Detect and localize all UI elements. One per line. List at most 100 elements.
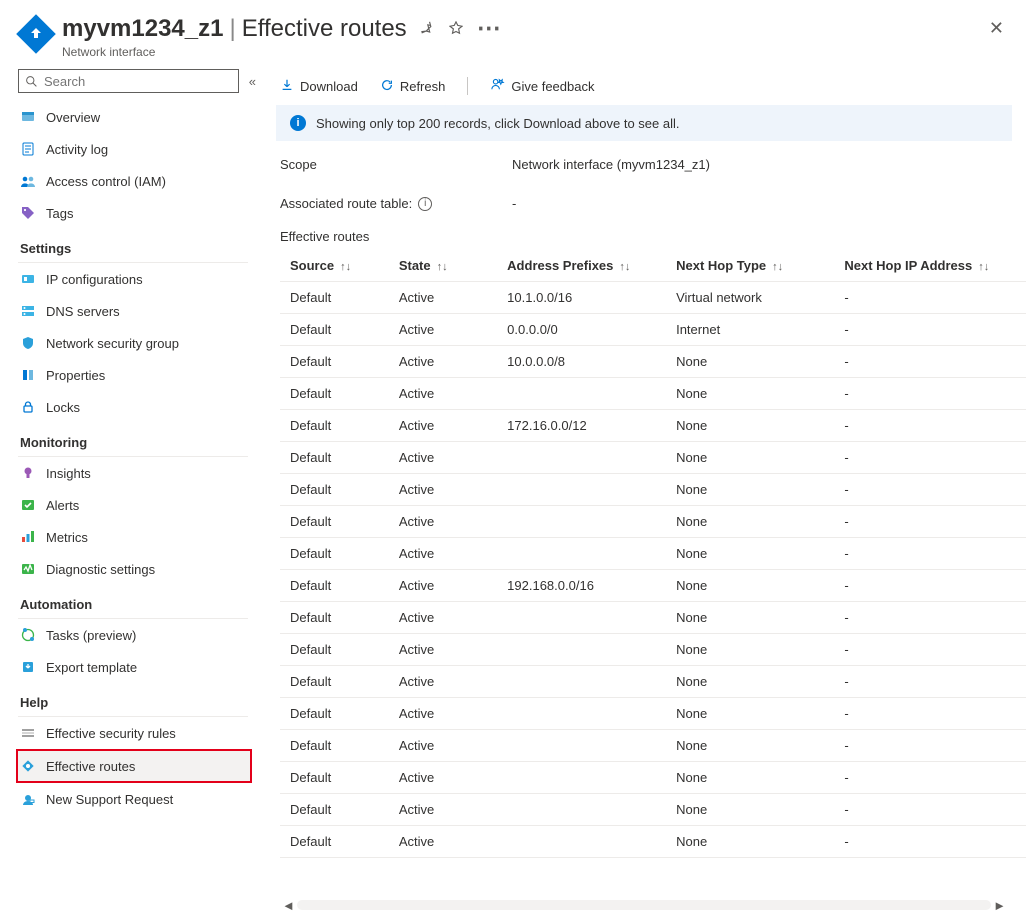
command-bar: Download Refresh Give feedback bbox=[262, 69, 1026, 105]
cell-hopip: - bbox=[834, 474, 1023, 506]
table-row[interactable]: DefaultActiveNone-- bbox=[280, 378, 1026, 410]
table-row[interactable]: DefaultActive10.0.0.0/8None-- bbox=[280, 346, 1026, 378]
scope-row: Scope Network interface (myvm1234_z1) bbox=[262, 151, 1026, 178]
column-header[interactable]: Next Hop Type ↑↓ bbox=[666, 250, 834, 282]
table-row[interactable]: DefaultActiveNone-- bbox=[280, 506, 1026, 538]
resource-type-icon bbox=[16, 14, 56, 54]
table-row[interactable]: DefaultActiveNone-- bbox=[280, 538, 1026, 570]
sort-icon[interactable]: ↑↓ bbox=[772, 261, 783, 273]
sidebar-item-export-template[interactable]: Export template bbox=[18, 651, 262, 683]
scroll-right-icon[interactable]: ► bbox=[991, 898, 1008, 913]
table-row[interactable]: DefaultActiveNone-- bbox=[280, 762, 1026, 794]
star-icon[interactable] bbox=[449, 14, 463, 43]
table-row[interactable]: DefaultActive0.0.0.0/0Internet-- bbox=[280, 314, 1026, 346]
sidebar-item-properties[interactable]: Properties bbox=[18, 359, 262, 391]
sidebar-item-label: Diagnostic settings bbox=[46, 562, 155, 577]
help-icon[interactable]: i bbox=[418, 197, 432, 211]
scroll-left-icon[interactable]: ◄ bbox=[280, 898, 297, 913]
give-feedback-button[interactable]: Give feedback bbox=[490, 77, 594, 95]
associated-route-table-row: Associated route table: i - bbox=[262, 178, 1026, 217]
pin-icon[interactable] bbox=[421, 14, 435, 43]
sidebar-item-ip-configurations[interactable]: IP configurations bbox=[18, 263, 262, 295]
routes-table-scroll[interactable]: Source↑↓State↑↓Address Prefixes↑↓Next Ho… bbox=[280, 250, 1026, 901]
sidebar-item-metrics[interactable]: Metrics bbox=[18, 521, 262, 553]
sidebar-item-locks[interactable]: Locks bbox=[18, 391, 262, 423]
sidebar-item-dns-servers[interactable]: DNS servers bbox=[18, 295, 262, 327]
sort-icon[interactable]: ↑↓ bbox=[437, 261, 448, 273]
table-row[interactable]: DefaultActive192.168.0.0/16None-- bbox=[280, 570, 1026, 602]
download-button[interactable]: Download bbox=[280, 78, 358, 95]
column-header[interactable]: State ↑↓ bbox=[389, 250, 497, 282]
sidebar: « OverviewActivity logAccess control (IA… bbox=[0, 69, 262, 913]
cell-state: Active bbox=[389, 506, 497, 538]
horizontal-scrollbar[interactable]: ◄ ► bbox=[262, 901, 1026, 913]
cell-state: Active bbox=[389, 538, 497, 570]
column-header[interactable]: Source↑↓ bbox=[280, 250, 389, 282]
sidebar-search[interactable] bbox=[18, 69, 239, 93]
cell-prefix: 0.0.0.0/0 bbox=[497, 314, 666, 346]
sidebar-item-label: Tasks (preview) bbox=[46, 628, 136, 643]
table-row[interactable]: DefaultActive172.16.0.0/12None-- bbox=[280, 410, 1026, 442]
sidebar-item-activity-log[interactable]: Activity log bbox=[18, 133, 262, 165]
associated-route-table-value: - bbox=[512, 196, 516, 211]
sidebar-item-effective-security-rules[interactable]: Effective security rules bbox=[18, 717, 262, 749]
table-row[interactable]: DefaultActiveNone-- bbox=[280, 698, 1026, 730]
sidebar-search-input[interactable] bbox=[42, 73, 232, 90]
table-row[interactable]: DefaultActiveNone-- bbox=[280, 794, 1026, 826]
sidebar-item-label: Locks bbox=[46, 400, 80, 415]
close-button[interactable]: ✕ bbox=[985, 14, 1008, 43]
more-icon[interactable]: ⋯ bbox=[477, 14, 502, 43]
sidebar-item-new-support-request[interactable]: New Support Request bbox=[18, 783, 262, 815]
sort-icon[interactable]: ↑↓ bbox=[619, 261, 630, 273]
cell-state: Active bbox=[389, 698, 497, 730]
cell-state: Active bbox=[389, 730, 497, 762]
table-row[interactable]: DefaultActiveNone-- bbox=[280, 442, 1026, 474]
cell-prefix bbox=[497, 634, 666, 666]
sidebar-item-overview[interactable]: Overview bbox=[18, 101, 262, 133]
table-row[interactable]: DefaultActiveNone-- bbox=[280, 602, 1026, 634]
sidebar-item-network-security-group[interactable]: Network security group bbox=[18, 327, 262, 359]
tags-icon bbox=[20, 205, 36, 221]
sidebar-item-tasks-preview-[interactable]: Tasks (preview) bbox=[18, 619, 262, 651]
table-row[interactable]: DefaultActiveNone-- bbox=[280, 666, 1026, 698]
cell-hopip: - bbox=[834, 506, 1023, 538]
cell-source: Default bbox=[280, 282, 389, 314]
table-row[interactable]: DefaultActiveNone-- bbox=[280, 634, 1026, 666]
sort-icon[interactable]: ↑↓ bbox=[978, 261, 989, 273]
sidebar-item-label: Export template bbox=[46, 660, 137, 675]
sort-icon[interactable]: ↑↓ bbox=[340, 261, 351, 273]
cell-hopip: - bbox=[834, 538, 1023, 570]
cell-hoptype: None bbox=[666, 410, 834, 442]
sidebar-item-effective-routes[interactable]: Effective routes bbox=[16, 749, 252, 783]
column-header[interactable]: Next Hop IP Address↑↓ bbox=[834, 250, 1023, 282]
collapse-sidebar-icon[interactable]: « bbox=[249, 74, 256, 89]
cell-hopip: - bbox=[834, 762, 1023, 794]
sidebar-item-insights[interactable]: Insights bbox=[18, 457, 262, 489]
cell-source: Default bbox=[280, 762, 389, 794]
scrollbar-track[interactable] bbox=[297, 900, 991, 910]
sidebar-item-alerts[interactable]: Alerts bbox=[18, 489, 262, 521]
column-label: Next Hop Type bbox=[676, 258, 766, 273]
cell-hoptype: Internet bbox=[666, 314, 834, 346]
sidebar-item-access-control-iam-[interactable]: Access control (IAM) bbox=[18, 165, 262, 197]
cell-source: Default bbox=[280, 506, 389, 538]
cell-source: Default bbox=[280, 666, 389, 698]
table-row[interactable]: DefaultActive10.1.0.0/16Virtual network-… bbox=[280, 282, 1026, 314]
sidebar-item-diagnostic-settings[interactable]: Diagnostic settings bbox=[18, 553, 262, 585]
column-label: State bbox=[399, 258, 431, 273]
info-banner: i Showing only top 200 records, click Do… bbox=[276, 105, 1012, 141]
dns-icon bbox=[20, 303, 36, 319]
column-header[interactable]: Address Prefixes↑↓ bbox=[497, 250, 666, 282]
cell-hopip: - bbox=[834, 410, 1023, 442]
resource-name: myvm1234_z1 bbox=[62, 15, 223, 43]
refresh-label: Refresh bbox=[400, 79, 446, 94]
refresh-button[interactable]: Refresh bbox=[380, 78, 446, 95]
table-row[interactable]: DefaultActiveNone-- bbox=[280, 730, 1026, 762]
table-row[interactable]: DefaultActiveNone-- bbox=[280, 474, 1026, 506]
sidebar-item-label: New Support Request bbox=[46, 792, 173, 807]
cell-prefix bbox=[497, 794, 666, 826]
cell-prefix bbox=[497, 762, 666, 794]
cell-hopip: - bbox=[834, 634, 1023, 666]
sidebar-item-tags[interactable]: Tags bbox=[18, 197, 262, 229]
table-row[interactable]: DefaultActiveNone-- bbox=[280, 826, 1026, 858]
